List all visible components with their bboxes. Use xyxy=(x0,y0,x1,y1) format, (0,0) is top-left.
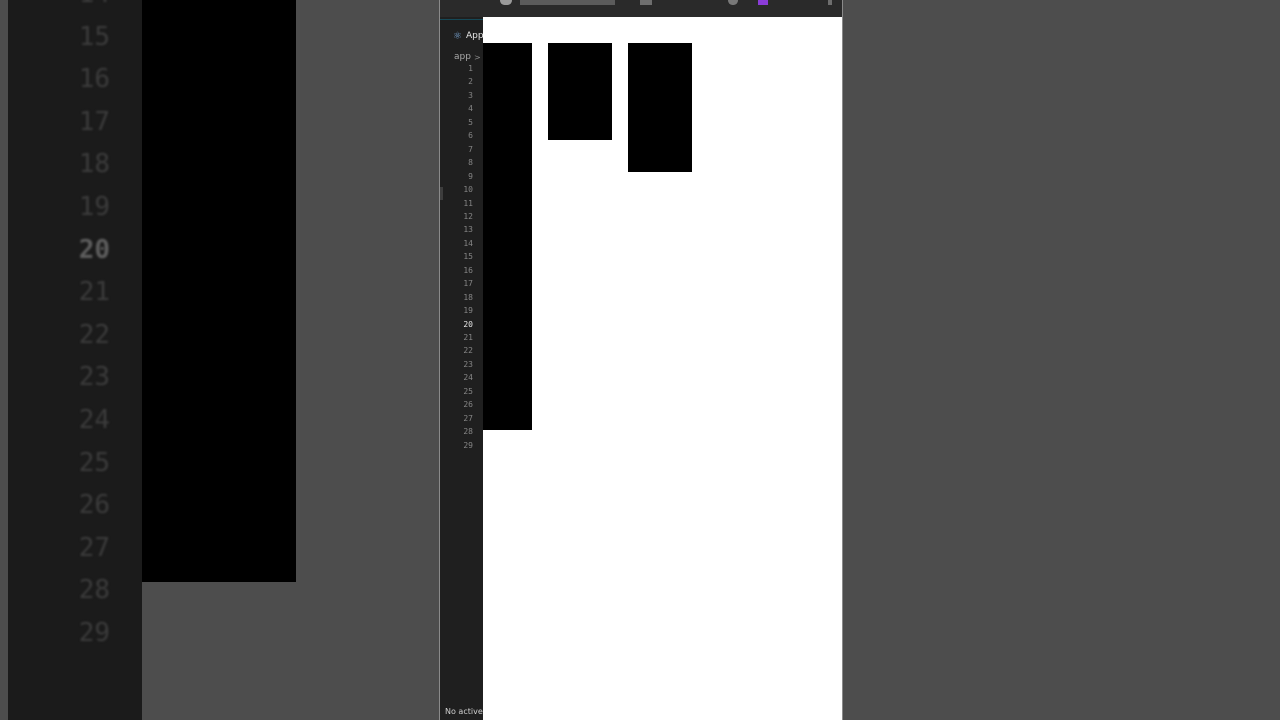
line-number: 19 xyxy=(463,306,473,316)
background-line-number: 17 xyxy=(78,106,110,137)
background-line-number: 24 xyxy=(78,405,110,435)
background-line-number: 29 xyxy=(78,618,110,648)
line-number: 25 xyxy=(463,386,473,396)
line-number: 2 xyxy=(468,77,473,87)
line-number: 17 xyxy=(463,279,473,289)
background-line-numbers: 14 15 16 17 18 19 20 21 22 23 24 25 26 27 28 29 xyxy=(8,0,142,720)
extension-icon[interactable] xyxy=(758,0,768,5)
preview-canvas xyxy=(483,17,842,720)
line-number: 9 xyxy=(468,171,473,181)
line-number: 13 xyxy=(463,225,473,235)
line-number: 21 xyxy=(463,333,473,342)
background-line-number: 25 xyxy=(78,447,110,478)
line-number: 10 xyxy=(463,185,473,195)
line-number: 16 xyxy=(463,265,473,275)
line-number: 28 xyxy=(463,427,473,437)
line-number: 11 xyxy=(463,198,473,208)
line-number: 23 xyxy=(463,359,473,369)
line-number: 3 xyxy=(468,90,473,100)
background-line-number: 18 xyxy=(78,149,110,180)
line-number: 22 xyxy=(463,346,473,356)
background-line-number: 28 xyxy=(78,575,110,606)
reload-icon[interactable] xyxy=(500,0,512,5)
profile-icon[interactable] xyxy=(728,0,738,5)
line-number: 14 xyxy=(463,238,473,248)
line-number: 1 xyxy=(468,64,473,73)
background-line-number: 21 xyxy=(78,277,110,308)
code-editor: ⚛ App app > s 12345678910111213141516171… xyxy=(440,17,483,720)
background-line-number: 22 xyxy=(78,319,110,350)
background-line-number: 27 xyxy=(78,532,110,563)
line-number: 12 xyxy=(463,211,473,221)
line-number: 20 xyxy=(463,319,473,329)
background-line-number: 26 xyxy=(78,490,110,521)
line-number: 18 xyxy=(463,292,473,302)
menu-icon[interactable] xyxy=(828,0,832,5)
background-line-number: 20 xyxy=(78,234,110,265)
line-number: 8 xyxy=(468,158,473,168)
line-number: 24 xyxy=(463,373,473,383)
line-number: 15 xyxy=(463,252,473,262)
browser-toolbar xyxy=(440,0,842,18)
background-line-number: 23 xyxy=(78,362,110,393)
line-number: 29 xyxy=(463,440,473,450)
line-number-gutter: 1 2 3 4 5 6 7 8 9 10 11 12 13 14 15 16 17 18 19 20 21 22 23 24 2… xyxy=(440,17,483,720)
line-number: 5 xyxy=(468,117,473,127)
status-bar-text: No active xyxy=(445,707,483,716)
line-number: 27 xyxy=(463,413,473,423)
line-number: 6 xyxy=(468,131,473,141)
line-number: 7 xyxy=(468,144,473,154)
background-black-block xyxy=(142,0,296,582)
background-line-number: 15 xyxy=(78,21,110,52)
line-number: 26 xyxy=(463,400,473,410)
toolbar-icon[interactable] xyxy=(640,0,652,5)
screen: 14151617181920212223242526272829 ⚛ App a… xyxy=(0,0,1280,720)
address-bar[interactable] xyxy=(520,0,615,5)
line-number: 4 xyxy=(468,104,473,114)
app-window: ⚛ App app > s 12345678910111213141516171… xyxy=(439,0,843,720)
black-block-short xyxy=(548,43,612,140)
black-block-medium xyxy=(628,43,692,172)
background-line-number: 16 xyxy=(78,64,110,95)
black-block-tall xyxy=(483,43,532,430)
background-line-number: 19 xyxy=(78,192,110,222)
background-line-number: 14 xyxy=(79,0,110,9)
